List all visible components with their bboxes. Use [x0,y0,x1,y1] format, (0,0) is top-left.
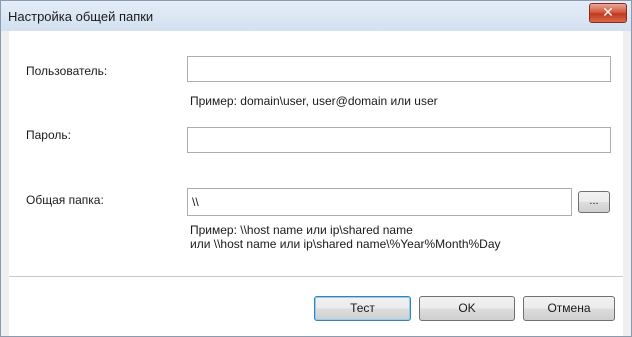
user-label: Пользователь: [26,64,108,78]
folder-label: Общая папка: [26,193,104,207]
dialog-window: Настройка общей папки ✕ Пользователь: Пр… [0,0,632,337]
password-input[interactable] [187,127,611,153]
folder-hint-line1: Пример: \\host name или ip\shared name [190,223,413,237]
test-button[interactable]: Тест [314,296,411,321]
user-hint: Пример: domain\user, user@domain или use… [190,94,438,108]
ok-button[interactable]: OK [419,296,515,321]
separator [9,276,623,277]
dialog-body: Пользователь: Пример: domain\user, user@… [9,31,623,336]
user-input[interactable] [187,56,611,82]
folder-input[interactable] [187,188,572,216]
cancel-button[interactable]: Отмена [523,296,615,321]
close-icon: ✕ [602,5,614,21]
password-label: Пароль: [26,128,71,142]
close-button[interactable]: ✕ [589,3,627,23]
title-bar[interactable]: Настройка общей папки ✕ [1,1,631,31]
dialog-title: Настройка общей папки [8,9,154,24]
folder-hint-line2: или \\host name или ip\shared name\%Year… [190,237,501,251]
folder-hint: Пример: \\host name или ip\shared name и… [190,223,501,251]
browse-button[interactable]: ... [578,191,610,213]
